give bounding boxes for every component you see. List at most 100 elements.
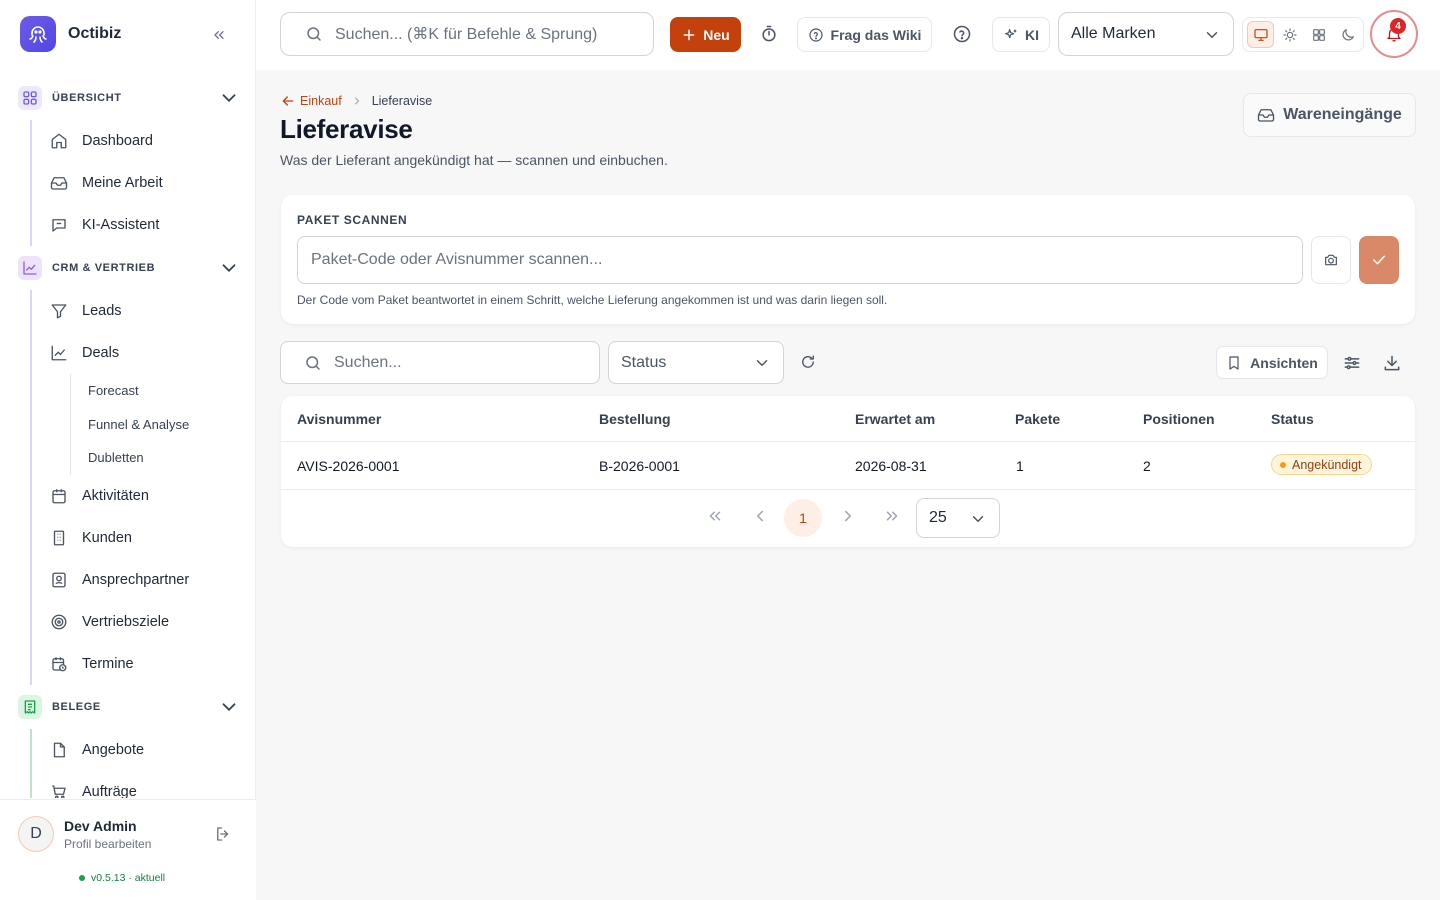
bookmark-icon bbox=[1229, 355, 1239, 370]
theme-switcher bbox=[1242, 17, 1364, 52]
page-size-select[interactable]: 25 bbox=[916, 498, 1000, 538]
building-icon bbox=[50, 529, 68, 547]
ask-wiki-button[interactable]: Frag das Wiki bbox=[797, 17, 932, 52]
column-header-erwartet[interactable]: Erwartet am bbox=[855, 411, 935, 427]
table-row[interactable]: AVIS-2026-0001 B-2026-0001 2026-08-31 1 … bbox=[281, 442, 1415, 490]
last-page-icon[interactable] bbox=[883, 507, 901, 525]
chevron-down-icon[interactable] bbox=[218, 257, 240, 279]
sidebar-item-label: KI-Assistent bbox=[82, 217, 160, 233]
avatar[interactable]: D bbox=[18, 816, 54, 852]
help-icon[interactable] bbox=[952, 24, 972, 44]
refresh-icon[interactable] bbox=[799, 353, 817, 371]
column-header-bestellung[interactable]: Bestellung bbox=[599, 411, 671, 427]
octopus-logo-icon bbox=[20, 16, 56, 52]
app-name: Octibiz bbox=[68, 25, 122, 42]
sidebar-item-label: Deals bbox=[82, 345, 120, 361]
chevron-down-icon[interactable] bbox=[218, 696, 240, 718]
column-header-avisnummer[interactable]: Avisnummer bbox=[297, 411, 381, 427]
topbar: Suchen... (⌘K für Befehle & Sprung) Neu … bbox=[256, 0, 1440, 70]
cell-avisnummer[interactable]: AVIS-2026-0001 bbox=[297, 458, 399, 474]
status-dot bbox=[1280, 461, 1286, 468]
check-icon bbox=[1373, 255, 1385, 265]
global-search-input[interactable]: Suchen... (⌘K für Befehle & Sprung) bbox=[280, 12, 654, 56]
cell-erwartet: 2026-08-31 bbox=[855, 458, 927, 474]
scan-input[interactable]: Paket-Code oder Avisnummer scannen... bbox=[297, 236, 1303, 284]
sidebar-item-aktivitaeten[interactable]: Aktivitäten bbox=[32, 475, 256, 517]
pagination: 1 25 bbox=[281, 497, 1415, 538]
sidebar-item-ansprechpartner[interactable]: Ansprechpartner bbox=[32, 559, 256, 601]
sidebar-item-meine-arbeit[interactable]: Meine Arbeit bbox=[32, 162, 256, 204]
sidebar-item-vertriebsziele[interactable]: Vertriebsziele bbox=[32, 601, 256, 643]
sidebar-item-label: Kunden bbox=[82, 529, 132, 546]
cell-positionen: 2 bbox=[1143, 458, 1151, 474]
sidebar-subitem-dubletten[interactable]: Dubletten bbox=[71, 441, 256, 475]
edit-profile-link[interactable]: Profil bearbeiten bbox=[64, 837, 151, 851]
notifications-button[interactable] bbox=[1370, 10, 1418, 58]
user-name[interactable]: Dev Admin bbox=[64, 818, 137, 834]
current-page[interactable]: 1 bbox=[784, 499, 822, 537]
status-filter-select[interactable]: Status bbox=[608, 341, 784, 384]
moon-icon[interactable] bbox=[1334, 21, 1361, 48]
confirm-scan-button[interactable] bbox=[1359, 236, 1399, 284]
brand-select[interactable]: Alle Marken bbox=[1058, 12, 1234, 56]
sliders-icon[interactable] bbox=[1342, 353, 1362, 373]
new-button[interactable]: Neu bbox=[670, 17, 741, 52]
sidebar-item-ki-assistent[interactable]: KI-Assistent bbox=[32, 204, 256, 246]
sidebar-item-angebote[interactable]: Angebote bbox=[32, 729, 256, 771]
sidebar-subitem-funnel[interactable]: Funnel & Analyse bbox=[71, 408, 256, 442]
stopwatch-icon[interactable] bbox=[759, 24, 779, 44]
monitor-icon[interactable] bbox=[1247, 21, 1275, 48]
column-header-pakete[interactable]: Pakete bbox=[1015, 411, 1060, 427]
sidebar-item-kunden[interactable]: Kunden bbox=[32, 517, 256, 559]
chevron-down-icon bbox=[1203, 26, 1221, 44]
sun-icon[interactable] bbox=[1276, 21, 1303, 48]
version-label: v0.5.13 · aktuell bbox=[91, 872, 166, 884]
first-page-icon[interactable] bbox=[706, 507, 724, 525]
page-size-value: 25 bbox=[929, 509, 947, 526]
chart-line-icon bbox=[50, 344, 68, 362]
table-search-input[interactable]: Suchen... bbox=[280, 341, 600, 384]
inbox-icon bbox=[50, 174, 68, 192]
prev-page-icon[interactable] bbox=[751, 507, 769, 525]
layout-grid-icon[interactable] bbox=[1305, 21, 1332, 48]
search-icon bbox=[304, 354, 322, 372]
section-header-belege[interactable]: BELEGE bbox=[0, 685, 256, 729]
receipt-icon bbox=[18, 694, 42, 719]
cell-bestellung[interactable]: B-2026-0001 bbox=[599, 458, 680, 474]
sidebar-item-termine[interactable]: Termine bbox=[32, 643, 256, 685]
download-icon[interactable] bbox=[1382, 353, 1402, 373]
scan-hint: Der Code vom Paket beantwortet in einem … bbox=[297, 293, 888, 307]
section-header-uebersicht[interactable]: ÜBERSICHT bbox=[0, 76, 256, 120]
chevron-down-icon[interactable] bbox=[218, 87, 240, 109]
notification-count-badge: 4 bbox=[1390, 18, 1406, 34]
wareneingaenge-button[interactable]: Wareneingänge bbox=[1243, 93, 1416, 137]
section-label: CRM & VERTRIEB bbox=[52, 262, 156, 274]
sparkles-icon bbox=[1005, 28, 1017, 38]
collapse-sidebar-icon[interactable] bbox=[208, 24, 230, 46]
breadcrumb-back-link[interactable]: Einkauf bbox=[280, 93, 342, 109]
trending-chart-icon bbox=[18, 256, 42, 280]
cell-pakete: 1 bbox=[1016, 458, 1024, 474]
sidebar-item-dashboard[interactable]: Dashboard bbox=[32, 120, 256, 162]
table-header: Avisnummer Bestellung Erwartet am Pakete… bbox=[281, 396, 1415, 442]
sidebar-item-leads[interactable]: Leads bbox=[32, 290, 256, 332]
next-page-icon[interactable] bbox=[839, 507, 857, 525]
ki-button[interactable]: KI bbox=[992, 17, 1050, 52]
section-label: ÜBERSICHT bbox=[52, 92, 122, 104]
scan-placeholder: Paket-Code oder Avisnummer scannen... bbox=[311, 251, 603, 268]
sidebar-item-label: Termine bbox=[82, 655, 134, 672]
camera-button[interactable] bbox=[1311, 236, 1351, 284]
breadcrumb-current: Lieferavise bbox=[371, 94, 433, 108]
views-button[interactable]: Ansichten bbox=[1216, 346, 1328, 379]
column-header-positionen[interactable]: Positionen bbox=[1143, 411, 1215, 427]
sidebar-item-auftraege[interactable]: Aufträge bbox=[32, 771, 256, 798]
column-header-status[interactable]: Status bbox=[1271, 411, 1314, 427]
sidebar-subitem-forecast[interactable]: Forecast bbox=[71, 374, 256, 408]
section-header-crm[interactable]: CRM & VERTRIEB bbox=[0, 246, 256, 290]
sidebar-item-deals[interactable]: Deals bbox=[32, 332, 256, 374]
brand[interactable]: Octibiz bbox=[20, 16, 121, 52]
chat-bot-icon bbox=[50, 216, 68, 234]
file-icon bbox=[50, 741, 68, 759]
logout-icon[interactable] bbox=[214, 825, 232, 843]
scan-card: PAKET SCANNEN Paket-Code oder Avisnummer… bbox=[281, 195, 1415, 324]
